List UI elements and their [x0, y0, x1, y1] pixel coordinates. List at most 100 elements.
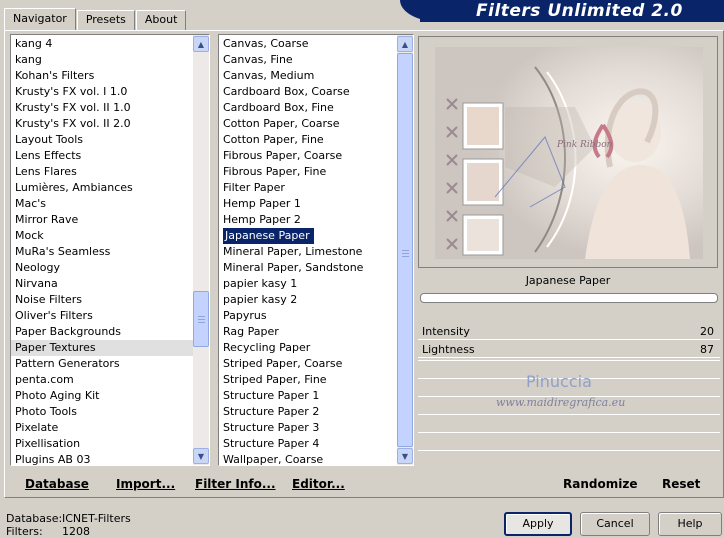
- list-item[interactable]: Krusty's FX vol. II 2.0: [11, 116, 195, 132]
- list-item[interactable]: kang 4: [11, 36, 195, 52]
- list-item[interactable]: Striped Paper, Fine: [219, 372, 397, 388]
- list-item[interactable]: Photo Aging Kit: [11, 388, 195, 404]
- cancel-button[interactable]: Cancel: [580, 512, 650, 536]
- selected-filter-name: Japanese Paper: [525, 274, 611, 287]
- import-button[interactable]: Import...: [116, 477, 175, 491]
- list-item[interactable]: Structure Paper 1: [219, 388, 397, 404]
- list-item[interactable]: Krusty's FX vol. I 1.0: [11, 84, 195, 100]
- status-filters: Filters: 1208: [6, 525, 90, 538]
- slider-value: 20: [700, 325, 714, 338]
- list-item[interactable]: Structure Paper 3: [219, 420, 397, 436]
- category-scroll-thumb[interactable]: [193, 291, 209, 347]
- app-title: Filters Unlimited 2.0: [476, 1, 683, 21]
- randomize-button[interactable]: Randomize: [563, 477, 637, 491]
- list-item[interactable]: Pixelate: [11, 420, 195, 436]
- list-item[interactable]: MuRa's Seamless: [11, 244, 195, 260]
- list-item[interactable]: penta.com: [11, 372, 195, 388]
- slider-label: Lightness: [422, 343, 475, 356]
- chevron-down-icon: ▼: [197, 451, 205, 461]
- tab-about[interactable]: About: [135, 10, 187, 30]
- apply-button[interactable]: Apply: [504, 512, 572, 536]
- list-item[interactable]: Paper Backgrounds: [11, 324, 195, 340]
- list-item[interactable]: Kohan's Filters: [11, 68, 195, 84]
- slider-value: 87: [700, 343, 714, 356]
- list-item[interactable]: Papyrus: [219, 308, 397, 324]
- category-list[interactable]: kang 4 kang Kohan's Filters Krusty's FX vol…: [10, 34, 210, 466]
- reset-button[interactable]: Reset: [662, 477, 700, 491]
- list-item[interactable]: Filter Paper: [219, 180, 397, 196]
- list-item[interactable]: Pixellisation: [11, 436, 195, 452]
- filter-scrollbar[interactable]: ▲ ▼: [397, 35, 413, 465]
- list-item[interactable]: Lens Flares: [11, 164, 195, 180]
- parameter-actions: Randomize Reset: [420, 470, 720, 494]
- list-item[interactable]: Pattern Generators: [11, 356, 195, 372]
- list-item[interactable]: Lens Effects: [11, 148, 195, 164]
- grip-line: [198, 322, 205, 323]
- empty-slider-row: [418, 414, 720, 430]
- list-item[interactable]: Hemp Paper 2: [219, 212, 397, 228]
- empty-slider-row: [418, 450, 720, 466]
- list-item[interactable]: Canvas, Fine: [219, 52, 397, 68]
- list-item[interactable]: Nirvana: [11, 276, 195, 292]
- list-item[interactable]: Cotton Paper, Fine: [219, 132, 397, 148]
- preview-panel: Pink Ribbon: [418, 36, 718, 268]
- list-item[interactable]: Fibrous Paper, Fine: [219, 164, 397, 180]
- tab-presets[interactable]: Presets: [76, 10, 135, 30]
- list-item[interactable]: Hemp Paper 1: [219, 196, 397, 212]
- filter-info-button[interactable]: Filter Info...: [195, 477, 276, 491]
- list-item[interactable]: Mac's: [11, 196, 195, 212]
- intensity-slider[interactable]: Intensity 20: [418, 322, 720, 340]
- status-database-value: ICNET-Filters: [62, 512, 131, 525]
- chevron-up-icon: ▲: [197, 39, 205, 49]
- list-item[interactable]: Lumières, Ambiances: [11, 180, 195, 196]
- category-scrollbar[interactable]: ▲ ▼: [193, 35, 209, 465]
- list-item[interactable]: Recycling Paper: [219, 340, 397, 356]
- list-item[interactable]: Fibrous Paper, Coarse: [219, 148, 397, 164]
- list-item[interactable]: Mock: [11, 228, 195, 244]
- status-filters-label: Filters:: [6, 525, 43, 538]
- category-scroll-down-button[interactable]: ▼: [193, 448, 209, 464]
- list-item[interactable]: Mineral Paper, Limestone: [219, 244, 397, 260]
- database-button[interactable]: Database: [25, 477, 89, 491]
- list-item[interactable]: Oliver's Filters: [11, 308, 195, 324]
- list-item[interactable]: kang: [11, 52, 195, 68]
- help-button[interactable]: Help: [658, 512, 722, 536]
- category-list-items: kang 4 kang Kohan's Filters Krusty's FX vol…: [11, 36, 195, 465]
- chevron-up-icon: ▲: [401, 39, 409, 49]
- status-database: Database: ICNET-Filters: [6, 512, 131, 525]
- list-item[interactable]: Wallpaper, Coarse: [219, 452, 397, 465]
- grip-line: [402, 250, 409, 251]
- parameters-panel: Intensity 20 Lightness 87 Pinuccia www.m…: [418, 322, 720, 468]
- filter-list-items: Canvas, Coarse Canvas, Fine Canvas, Medium…: [219, 36, 397, 465]
- list-item[interactable]: Noise Filters: [11, 292, 195, 308]
- preview-image[interactable]: Pink Ribbon: [435, 47, 703, 259]
- filter-scroll-thumb[interactable]: [397, 53, 413, 447]
- list-item[interactable]: Cardboard Box, Coarse: [219, 84, 397, 100]
- list-item[interactable]: Structure Paper 2: [219, 404, 397, 420]
- list-item[interactable]: Rag Paper: [219, 324, 397, 340]
- list-item[interactable]: Mirror Rave: [11, 212, 195, 228]
- list-item[interactable]: papier kasy 2: [219, 292, 397, 308]
- list-item[interactable]: Cotton Paper, Coarse: [219, 116, 397, 132]
- filter-list[interactable]: Canvas, Coarse Canvas, Fine Canvas, Medium…: [218, 34, 414, 466]
- list-item[interactable]: papier kasy 1: [219, 276, 397, 292]
- editor-button[interactable]: Editor...: [292, 477, 345, 491]
- list-item[interactable]: Krusty's FX vol. II 1.0: [11, 100, 195, 116]
- filter-scroll-up-button[interactable]: ▲: [397, 36, 413, 52]
- list-item[interactable]: Layout Tools: [11, 132, 195, 148]
- filter-scroll-down-button[interactable]: ▼: [397, 448, 413, 464]
- lightness-slider[interactable]: Lightness 87: [418, 340, 720, 358]
- list-item[interactable]: Plugins AB 03: [11, 452, 195, 465]
- list-item[interactable]: Neology: [11, 260, 195, 276]
- tab-navigator[interactable]: Navigator: [4, 8, 76, 30]
- category-scroll-up-button[interactable]: ▲: [193, 36, 209, 52]
- list-item[interactable]: Paper Textures: [11, 340, 195, 356]
- list-item[interactable]: Striped Paper, Coarse: [219, 356, 397, 372]
- list-item[interactable]: Japanese Paper: [223, 228, 314, 244]
- list-item[interactable]: Canvas, Coarse: [219, 36, 397, 52]
- list-item[interactable]: Photo Tools: [11, 404, 195, 420]
- list-item[interactable]: Mineral Paper, Sandstone: [219, 260, 397, 276]
- list-item[interactable]: Structure Paper 4: [219, 436, 397, 452]
- list-item[interactable]: Cardboard Box, Fine: [219, 100, 397, 116]
- list-item[interactable]: Canvas, Medium: [219, 68, 397, 84]
